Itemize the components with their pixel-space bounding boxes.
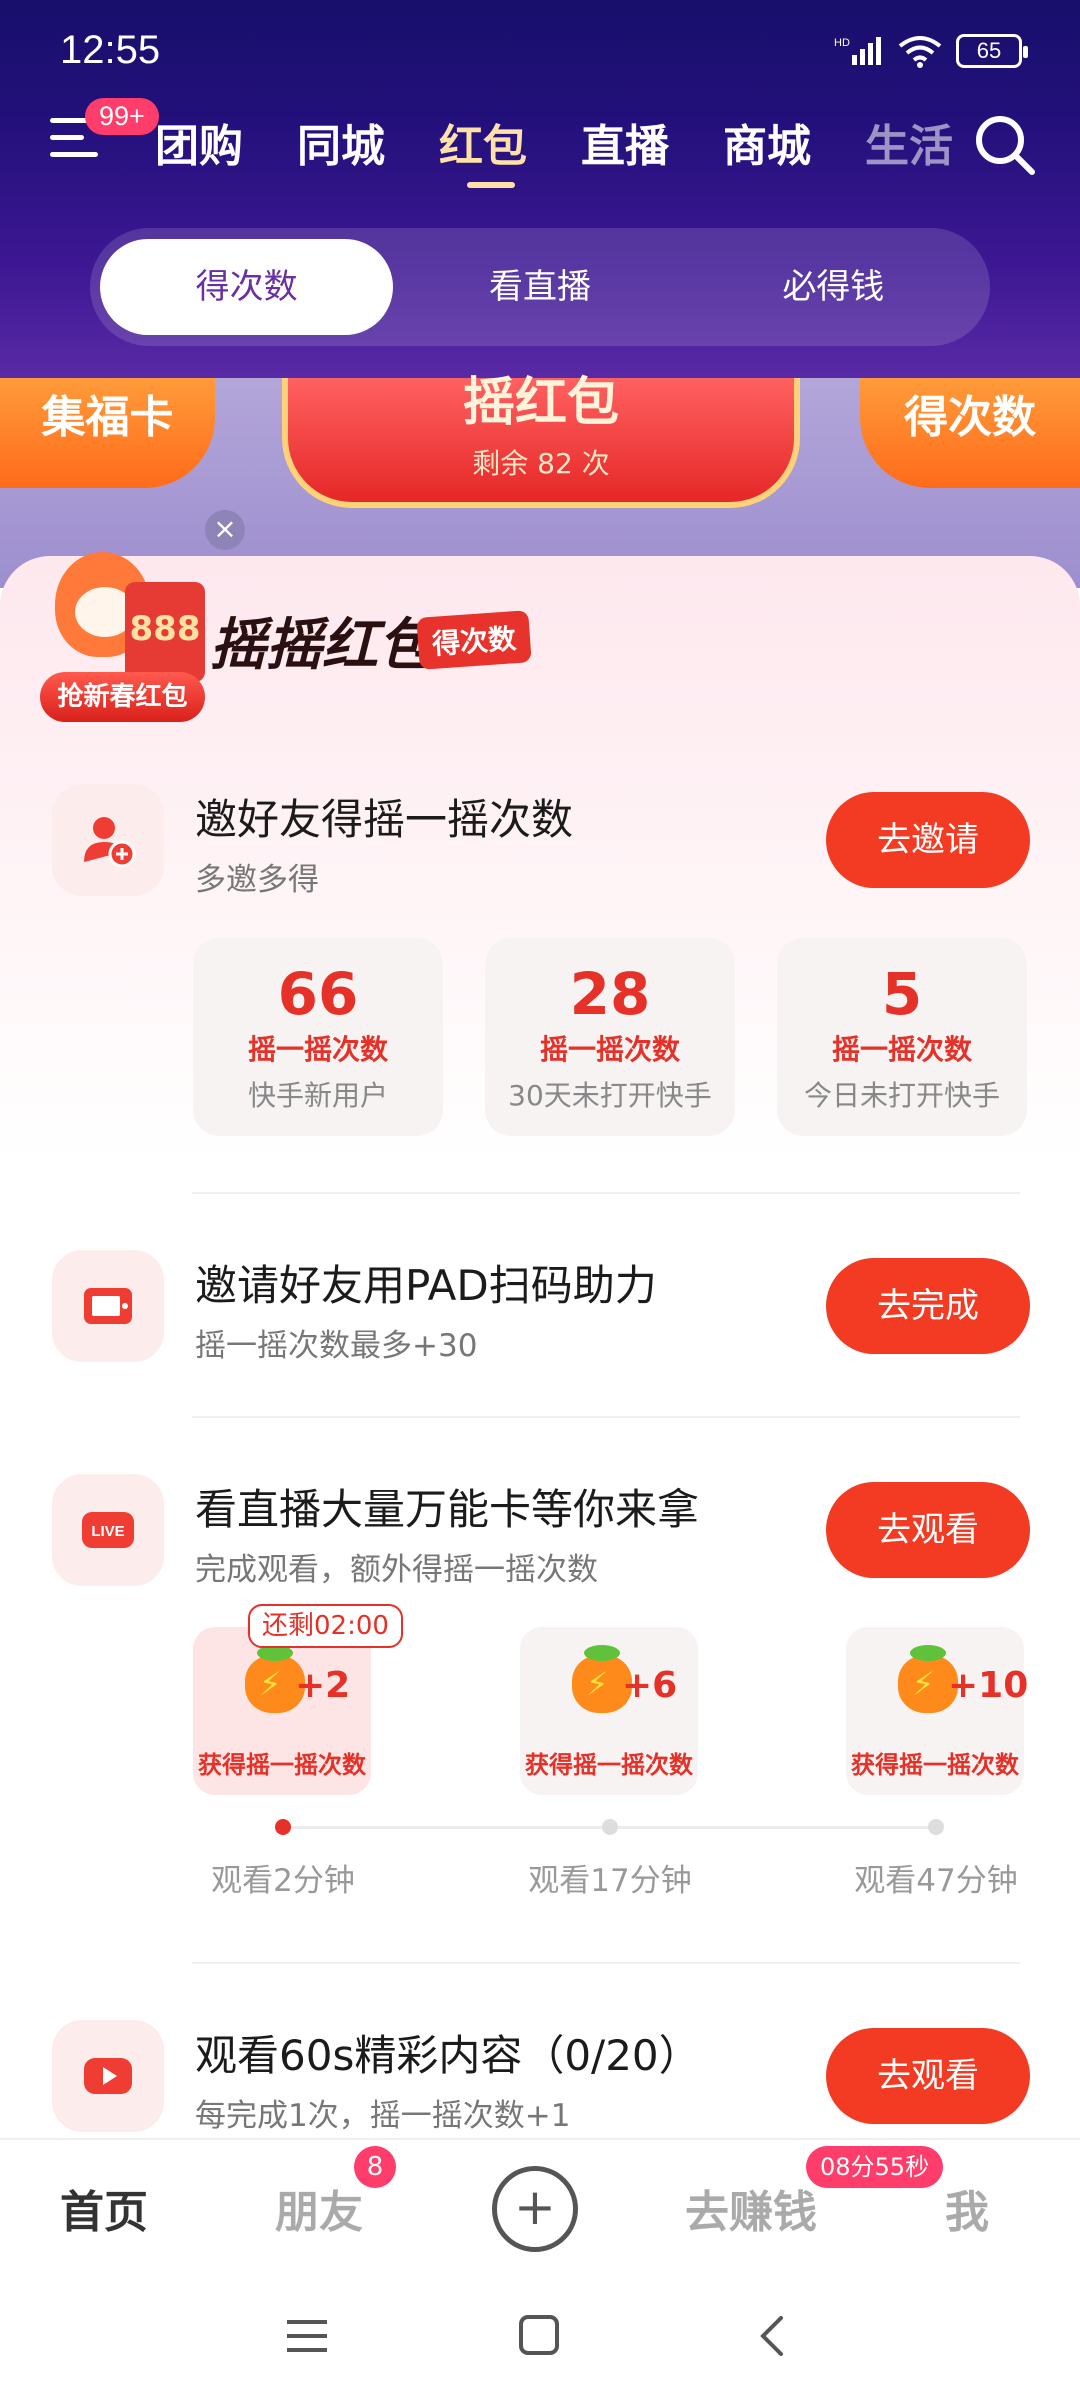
screen: 12:55 HD 65 99+ 团购 同城 红包 直播 商城 生活 得次数 看直… — [0, 0, 1080, 2400]
stat-desc: 快手新用户 — [247, 1079, 388, 1112]
invite-button[interactable]: 去邀请 — [826, 792, 1030, 888]
divider — [192, 1416, 1020, 1418]
tab-local[interactable]: 同城 — [297, 110, 399, 174]
red-envelope-icon: 888 — [125, 582, 205, 682]
reward-card-17min: +6 获得摇一摇次数 — [520, 1627, 698, 1795]
stat-label: 摇一摇次数 — [247, 1033, 388, 1066]
bottom-tab-me[interactable]: 我 — [945, 2176, 989, 2240]
reward-amount: +2 — [295, 1665, 351, 1706]
top-nav: 99+ 团购 同城 红包 直播 商城 生活 — [0, 98, 1080, 190]
nav-tabs: 团购 同城 红包 直播 商城 生活 — [155, 110, 967, 188]
stat-desc: 今日未打开快手 — [803, 1079, 1000, 1112]
reward-amount: +6 — [622, 1665, 678, 1706]
segment-get-count[interactable]: 得次数 — [100, 239, 394, 335]
progress-label: 观看2分钟 — [211, 1863, 355, 1899]
reward-amount: +10 — [948, 1665, 1029, 1706]
battery-icon: 65 — [956, 34, 1028, 68]
stat-number: 5 — [881, 960, 923, 1028]
progress-label: 观看47分钟 — [854, 1863, 1018, 1899]
wifi-icon — [898, 36, 942, 68]
home-icon[interactable] — [518, 2314, 560, 2356]
bottom-tab-bar: 首页 朋友 8 + 去赚钱 08分55秒 我 — [0, 2138, 1080, 2278]
bottom-tab-earn[interactable]: 去赚钱 — [685, 2176, 817, 2240]
get-count-button[interactable]: 得次数 — [860, 378, 1080, 488]
reward-label: 获得摇一摇次数 — [525, 1751, 693, 1779]
progress-dot — [928, 1819, 944, 1835]
shake-title: 摇红包 — [462, 373, 619, 433]
search-icon[interactable] — [970, 110, 1040, 180]
task-live-icon-box: LIVE — [52, 1474, 164, 1586]
stat-card-today: 5 摇一摇次数 今日未打开快手 — [777, 938, 1027, 1136]
tab-mall[interactable]: 商城 — [723, 110, 825, 174]
stat-desc: 30天未打开快手 — [508, 1079, 712, 1112]
stat-number: 66 — [277, 960, 359, 1028]
friends-badge: 8 — [354, 2146, 396, 2188]
complete-button[interactable]: 去完成 — [826, 1258, 1030, 1354]
stat-label: 摇一摇次数 — [831, 1033, 972, 1066]
progress-label: 观看17分钟 — [528, 1863, 692, 1899]
task-pad-title: 邀请好友用PAD扫码助力 — [195, 1261, 657, 1310]
status-icons: HD 65 — [834, 34, 1028, 68]
stat-card-30days: 28 摇一摇次数 30天未打开快手 — [485, 938, 735, 1136]
reward-label: 获得摇一摇次数 — [198, 1751, 366, 1779]
segment-control: 得次数 看直播 必得钱 — [90, 228, 990, 346]
tab-live[interactable]: 直播 — [581, 110, 683, 174]
task-live-subtitle: 完成观看，额外得摇一摇次数 — [195, 1552, 598, 1588]
battery-level: 65 — [976, 38, 1002, 63]
tablet-icon — [84, 1288, 132, 1324]
system-nav-bar — [0, 2278, 1080, 2400]
stat-label: 摇一摇次数 — [539, 1033, 680, 1066]
task-video-title: 观看60s精彩内容（0/20） — [195, 2031, 701, 2080]
segment-watch-live[interactable]: 看直播 — [393, 239, 686, 335]
progress-dot — [602, 1819, 618, 1835]
signal-icon: HD — [834, 37, 881, 65]
progress-dot — [275, 1819, 291, 1835]
tab-group-buy[interactable]: 团购 — [155, 110, 257, 174]
collect-card-button[interactable]: 集福卡 — [0, 378, 215, 488]
mascot-badge[interactable]: 888 抢新春红包 — [40, 542, 215, 722]
task-invite-title: 邀好友得摇一摇次数 — [195, 795, 574, 844]
reward-card-2min: +2 获得摇一摇次数 — [193, 1627, 371, 1795]
bottom-tab-friends[interactable]: 朋友 — [275, 2176, 363, 2240]
divider — [192, 1962, 1020, 1964]
task-pad-subtitle: 摇一摇次数最多+30 — [195, 1328, 478, 1364]
panel-title: 摇摇红包 — [210, 613, 434, 678]
reward-label: 获得摇一摇次数 — [851, 1751, 1019, 1779]
watch-live-button[interactable]: 去观看 — [826, 1482, 1030, 1578]
live-icon-text: LIVE — [91, 1523, 124, 1540]
back-icon[interactable] — [757, 2314, 787, 2358]
panel-tag: 得次数 — [416, 610, 532, 670]
remaining-count: 剩余 82 次 — [472, 447, 610, 480]
segment-sure-money[interactable]: 必得钱 — [687, 239, 980, 335]
svg-text:HD: HD — [834, 37, 850, 49]
create-button[interactable]: + — [492, 2166, 578, 2252]
tab-life[interactable]: 生活 — [865, 110, 967, 174]
task-video-icon-box — [52, 2020, 164, 2132]
mascot-caption: 抢新春红包 — [40, 672, 205, 722]
task-invite-icon-box — [52, 784, 164, 896]
divider — [192, 1192, 1020, 1194]
status-time: 12:55 — [60, 28, 161, 72]
reward-timer: 还剩02:00 — [248, 1604, 403, 1648]
stat-card-new-user: 66 摇一摇次数 快手新用户 — [193, 938, 443, 1136]
reward-card-47min: +10 获得摇一摇次数 — [846, 1627, 1028, 1795]
task-invite-subtitle: 多邀多得 — [195, 862, 319, 898]
status-bar: 12:55 HD 65 — [0, 28, 1080, 78]
menu-badge: 99+ — [85, 98, 159, 135]
live-icon: LIVE — [82, 1512, 134, 1548]
stat-number: 28 — [569, 960, 651, 1028]
task-pad-icon-box — [52, 1250, 164, 1362]
tab-red-packet[interactable]: 红包 — [439, 110, 541, 188]
shake-red-packet-button[interactable]: 摇红包 剩余 82 次 — [282, 373, 800, 508]
task-video-subtitle: 每完成1次，摇一摇次数+1 — [195, 2098, 571, 2134]
play-icon — [84, 2058, 132, 2094]
recent-apps-icon[interactable] — [285, 2316, 329, 2356]
task-live-title: 看直播大量万能卡等你来拿 — [195, 1485, 700, 1534]
watch-content-button[interactable]: 去观看 — [826, 2028, 1030, 2124]
bottom-tab-home[interactable]: 首页 — [60, 2176, 148, 2240]
earn-timer-badge: 08分55秒 — [806, 2146, 944, 2188]
add-user-icon — [84, 817, 136, 868]
